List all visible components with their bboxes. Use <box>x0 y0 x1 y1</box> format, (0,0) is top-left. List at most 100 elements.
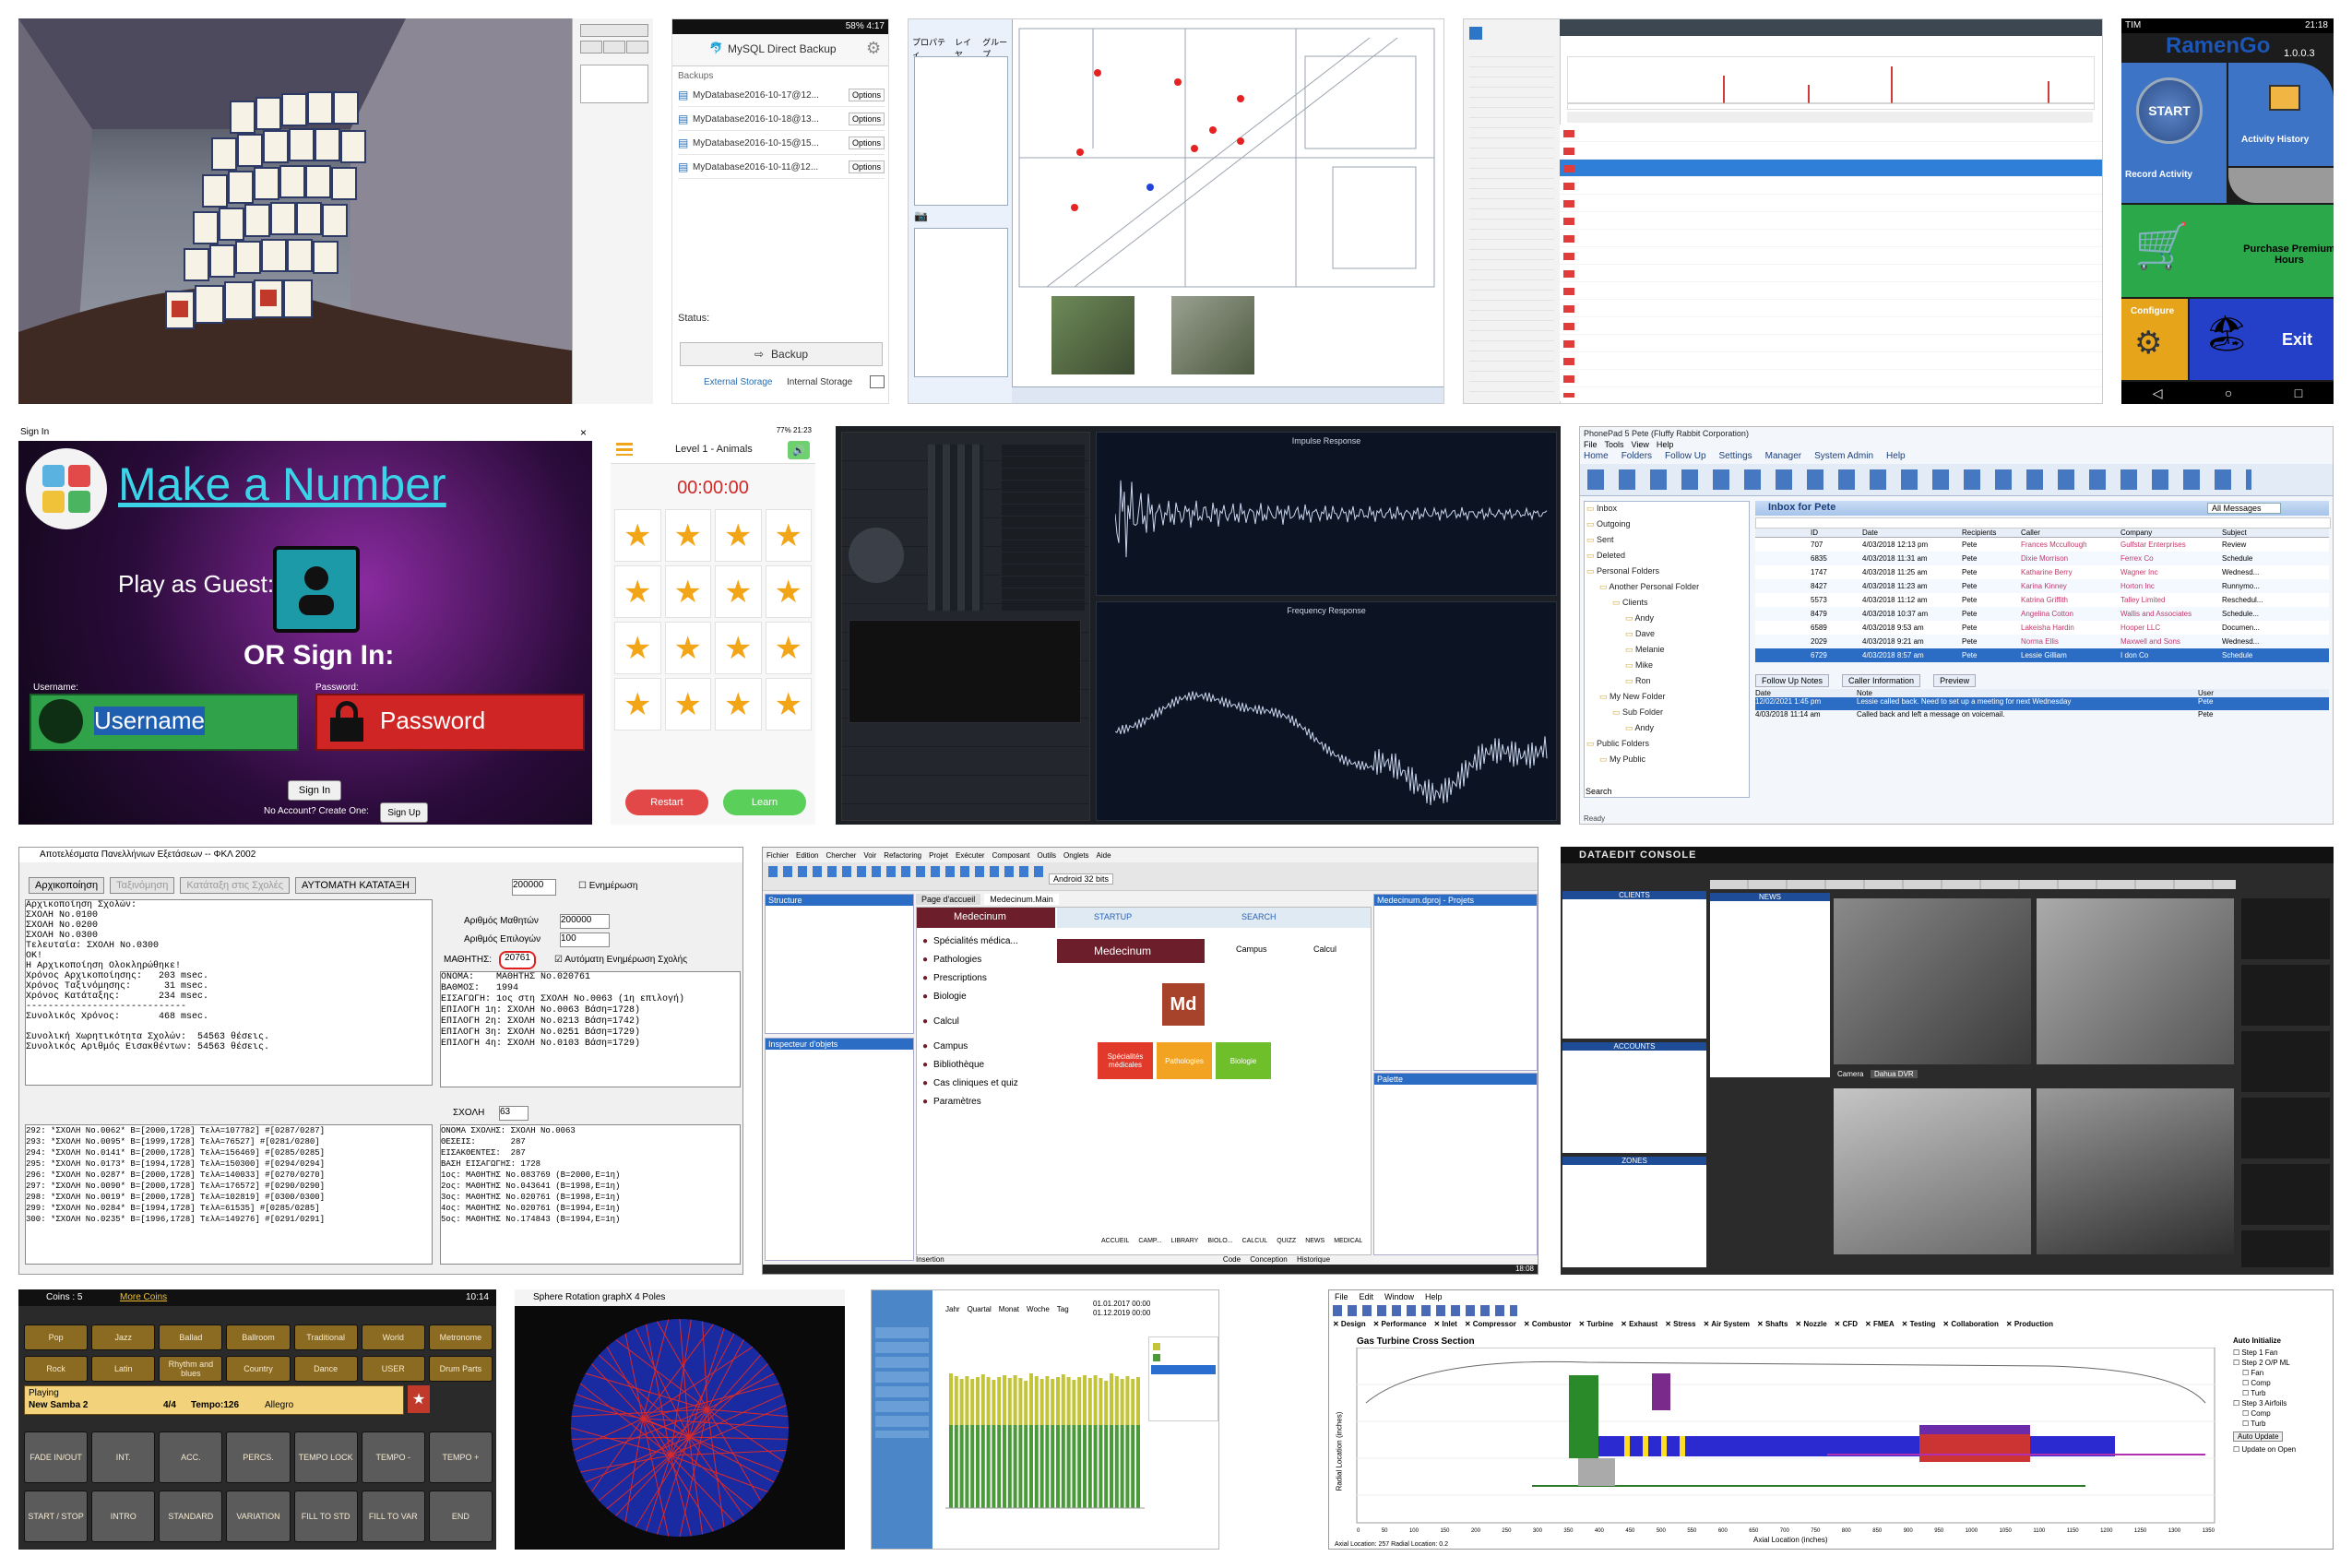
bar-segment-upper[interactable] <box>1003 1375 1006 1425</box>
bar-segment-lower[interactable] <box>1099 1425 1103 1508</box>
drum-button[interactable]: Ballad <box>159 1324 223 1350</box>
bar-segment-upper[interactable] <box>1104 1381 1109 1425</box>
bar-segment-lower[interactable] <box>1131 1425 1135 1508</box>
detail-tab[interactable]: Caller Information <box>1842 674 1921 687</box>
folder-item[interactable]: ▭ Clients <box>1586 598 1747 613</box>
star-cell[interactable]: ★ <box>614 622 661 674</box>
school-input[interactable]: 63 <box>499 1106 529 1121</box>
menu-item[interactable]: Edition <box>796 851 818 860</box>
bar-segment-lower[interactable] <box>959 1425 964 1508</box>
side-menu-item[interactable]: ● Calcul <box>917 1005 1055 1037</box>
bar-segment-upper[interactable] <box>970 1379 975 1425</box>
bar-segment-upper[interactable] <box>1051 1379 1055 1425</box>
detail-tab[interactable]: Follow Up Notes <box>1755 674 1830 687</box>
bar-segment-lower[interactable] <box>992 1425 996 1508</box>
menu-item[interactable]: Exécuter <box>956 851 985 860</box>
folder-item[interactable]: ▭ Deleted <box>1586 551 1747 566</box>
backup-row[interactable]: ▤ MyDatabase2016-10-11@12... Options <box>678 158 885 179</box>
action-button[interactable]: Ταξινόμηση <box>110 877 175 894</box>
knobs[interactable] <box>849 528 904 583</box>
side-option[interactable]: ☐ Fan <box>2242 1369 2329 1377</box>
menu-item[interactable]: Help <box>1657 440 1674 449</box>
storage-external-tab[interactable]: External Storage <box>704 377 773 387</box>
tab-home[interactable]: Page d'accueil <box>916 894 981 905</box>
folder-item[interactable]: ▭ Melanie <box>1586 645 1747 660</box>
folder-item[interactable]: ▭ Inbox <box>1586 504 1747 519</box>
more-coins-link[interactable]: More Coins <box>120 1292 167 1302</box>
ribbon-tab[interactable]: System Admin <box>1814 451 1873 461</box>
signup-button[interactable]: Sign Up <box>380 802 428 823</box>
bar-segment-lower[interactable] <box>997 1425 1002 1508</box>
bar-segment-lower[interactable] <box>976 1425 980 1508</box>
news-panel[interactable]: NEWS <box>1710 893 1830 1077</box>
menu-item[interactable]: Window <box>1384 1292 1414 1301</box>
date-from[interactable]: 01.01.2017 00:00 <box>1093 1300 1150 1308</box>
ribbon-tab[interactable]: Manager <box>1765 451 1801 461</box>
bottom-tab[interactable]: ACCUEIL <box>1101 1238 1129 1244</box>
zones-panel[interactable]: ZONES <box>1562 1157 1706 1267</box>
side-option[interactable]: ☐ Step 3 Airfoils <box>2233 1399 2329 1408</box>
menu-item[interactable]: Help <box>1425 1292 1443 1301</box>
column-header[interactable]: Date <box>1755 689 1857 697</box>
settings-list[interactable] <box>1002 445 1085 611</box>
star-cell[interactable]: ★ <box>614 678 661 731</box>
bar-segment-lower[interactable] <box>1104 1425 1109 1508</box>
bottom-tab[interactable]: LIBRARY <box>1171 1238 1199 1244</box>
side-button[interactable] <box>626 41 648 53</box>
palette-panel[interactable]: Palette <box>1373 1073 1538 1255</box>
side-button[interactable] <box>603 41 625 53</box>
bar-segment-upper[interactable] <box>976 1377 980 1425</box>
bar-segment-upper[interactable] <box>1013 1375 1017 1425</box>
star-cell[interactable]: ★ <box>765 622 812 674</box>
camera-feed[interactable] <box>1834 1088 2031 1254</box>
menu-item[interactable]: Edit <box>1360 1292 1374 1301</box>
accounts-panel[interactable]: ACCOUNTS <box>1562 1042 1706 1153</box>
photo-1[interactable] <box>1051 296 1134 374</box>
module-tab[interactable]: ✕ Air System <box>1704 1320 1750 1328</box>
bar-segment-upper[interactable] <box>1056 1377 1060 1425</box>
column-header[interactable]: Recipients <box>1962 529 2021 537</box>
drum-button[interactable]: Metronome <box>428 1324 493 1350</box>
side-option[interactable]: ☐ Update on Open <box>2233 1445 2329 1454</box>
side-menu-item[interactable]: ● Bibliothèque <box>917 1055 1055 1074</box>
action-button[interactable]: ΑΥΤΟΜΑΤΗ ΚΑΤΑΤΑΞΗ <box>295 877 416 894</box>
home-icon[interactable]: ○ <box>2225 386 2232 400</box>
bar-segment-upper[interactable] <box>1066 1377 1071 1425</box>
bar-segment-upper[interactable] <box>992 1380 996 1425</box>
bar-segment-lower[interactable] <box>1039 1425 1044 1508</box>
period-option[interactable]: Woche <box>1027 1305 1050 1313</box>
ribbon-tab[interactable]: Settings <box>1719 451 1752 461</box>
folder-item[interactable]: ▭ Sent <box>1586 535 1747 551</box>
message-filter[interactable]: All Messages <box>2207 503 2281 514</box>
table-row[interactable]: 6729 4/03/2018 8:57 am Pete Lessie Gilliam I… <box>1755 648 2329 662</box>
drum-button[interactable]: Jazz <box>91 1324 156 1350</box>
tile-biologie[interactable]: Biologie <box>1216 1042 1271 1079</box>
drum-button[interactable]: INT. <box>91 1431 156 1483</box>
menu-item[interactable]: Chercher <box>826 851 856 860</box>
side-button[interactable] <box>580 41 602 53</box>
clients-panel[interactable]: CLIENTS <box>1562 891 1706 1039</box>
star-cell[interactable]: ★ <box>715 509 762 562</box>
side-list[interactable] <box>580 65 648 103</box>
bar-segment-upper[interactable] <box>997 1377 1002 1425</box>
project-panel[interactable]: Medecinum.dproj - Projets <box>1373 894 1538 1071</box>
options-button[interactable]: Options <box>848 89 885 101</box>
table-row[interactable]: 5573 4/03/2018 11:12 am Pete Katrina Griffi… <box>1755 593 2329 607</box>
menu-item[interactable]: View <box>1632 440 1649 449</box>
module-tab[interactable]: ✕ CFD <box>1835 1320 1858 1328</box>
inspector-panel[interactable]: Inspecteur d'objets <box>765 1038 914 1261</box>
star-cell[interactable]: ★ <box>664 565 711 618</box>
sliders[interactable] <box>928 445 983 611</box>
menu-item[interactable]: Refactoring <box>884 851 921 860</box>
drum-button[interactable]: TEMPO - <box>361 1431 425 1483</box>
folder-item[interactable]: ▭ Ron <box>1586 676 1747 692</box>
platform-select[interactable]: Android 32 bits <box>1049 873 1114 885</box>
options-button[interactable]: Options <box>848 113 885 125</box>
drum-button[interactable]: VARIATION <box>226 1491 291 1542</box>
folder-tree[interactable]: ▭ Inbox ▭ Outgoing ▭ Sent ▭ Deleted ▭ Person… <box>1584 501 1750 798</box>
module-tab[interactable]: ✕ Turbine <box>1578 1320 1613 1328</box>
camera-thumbs[interactable] <box>2241 898 2330 1267</box>
keyboard-icon[interactable] <box>870 375 885 388</box>
recents-icon[interactable]: □ <box>2295 386 2302 400</box>
bar-segment-upper[interactable] <box>1024 1381 1028 1425</box>
